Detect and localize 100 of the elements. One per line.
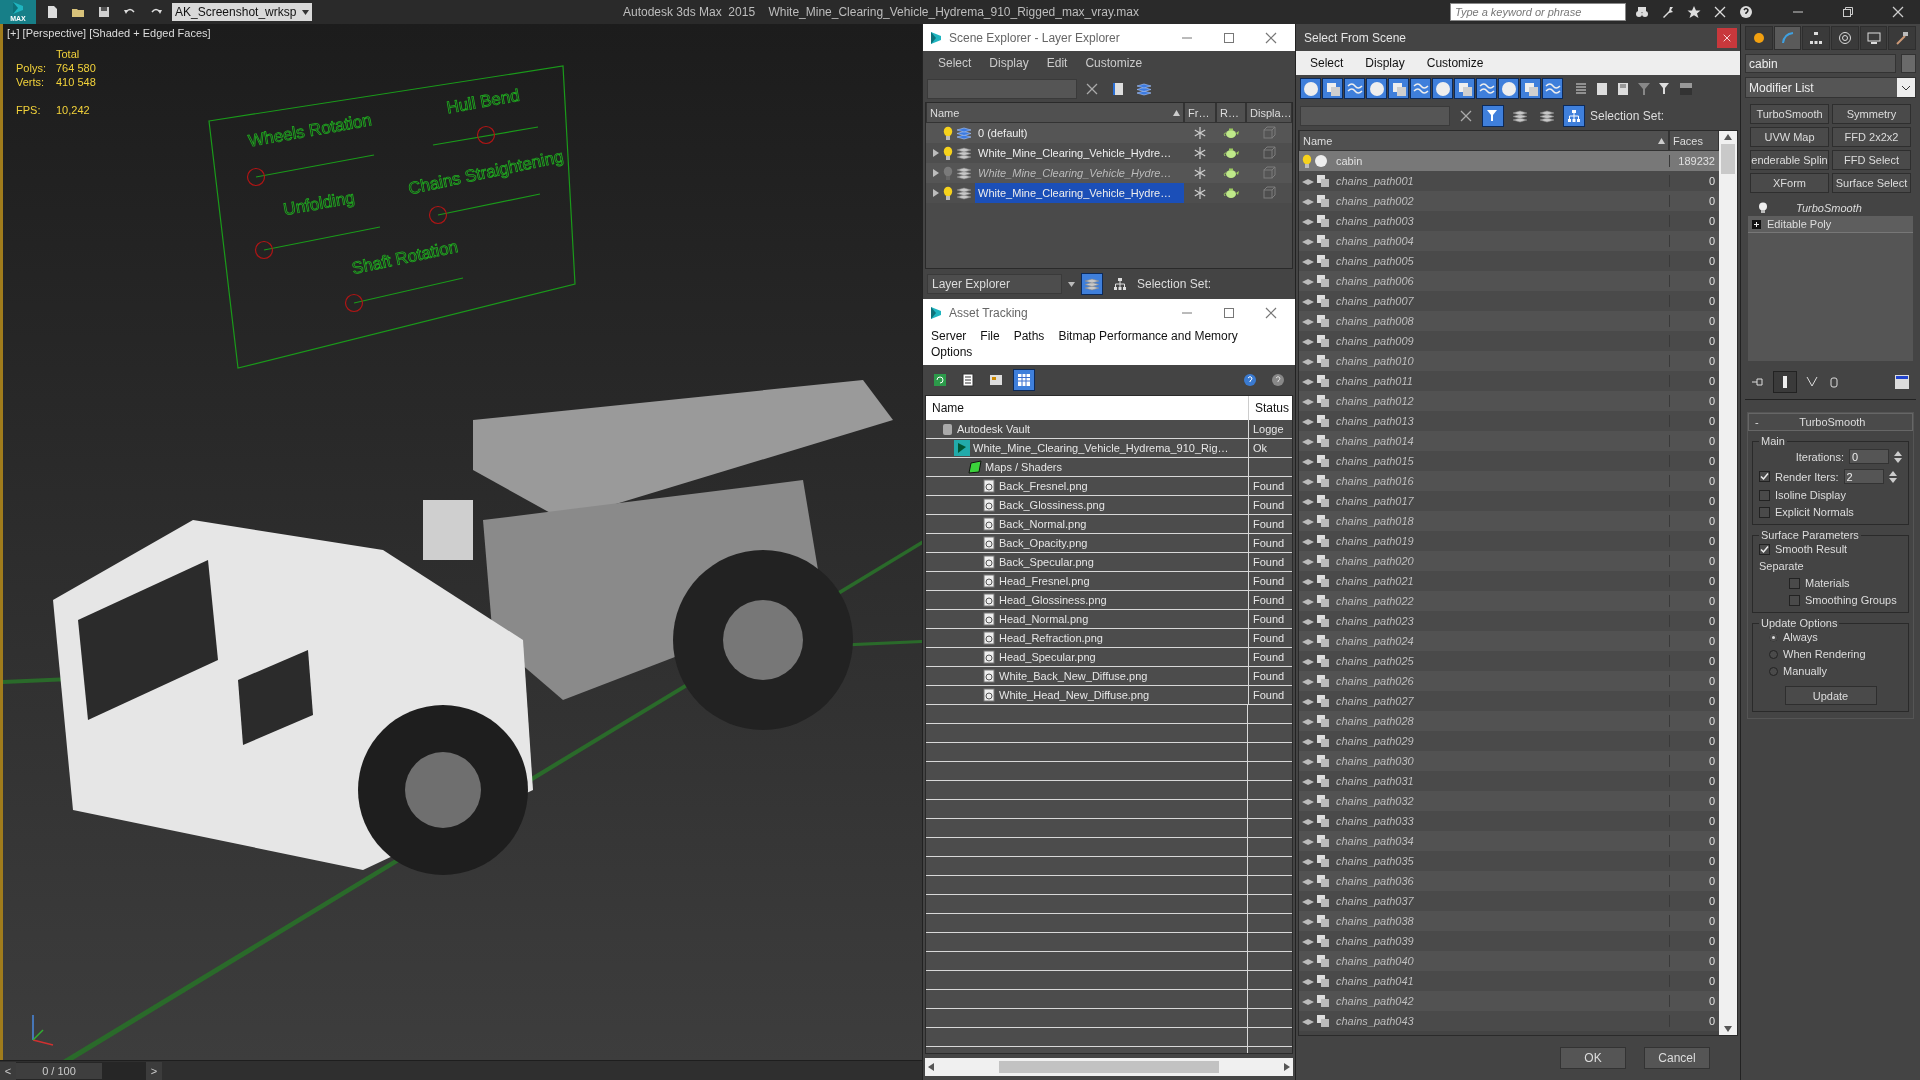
radio-button[interactable] [1769, 666, 1778, 676]
object-row[interactable]: chains_path032 0 [1299, 791, 1719, 811]
asset-name[interactable]: Head_Fresnel.png [999, 575, 1090, 587]
ok-button[interactable]: OK [1560, 1047, 1626, 1069]
update-button[interactable]: Update [1784, 686, 1877, 705]
object-row[interactable]: chains_path018 0 [1299, 511, 1719, 531]
viewport-label[interactable]: [+] [Perspective] [Shaded + Edged Faces] [7, 27, 211, 39]
modifier-list-dropdown[interactable]: Modifier List [1745, 77, 1916, 98]
expand-arrow-icon[interactable] [932, 148, 940, 158]
filter-toggle-button[interactable] [1476, 78, 1497, 99]
menu-item[interactable]: Options [931, 345, 973, 359]
panel-tab[interactable] [1831, 26, 1859, 50]
object-row[interactable]: chains_path007 0 [1299, 291, 1719, 311]
pin-icon[interactable] [1751, 375, 1765, 389]
object-row[interactable]: chains_path014 0 [1299, 431, 1719, 451]
asset-name[interactable]: Maps / Shaders [985, 461, 1063, 473]
filter-toggle-button[interactable] [1322, 78, 1343, 99]
filter-toggle-button[interactable] [1366, 78, 1387, 99]
next-frame-button[interactable]: > [146, 1061, 162, 1080]
view-mode-button[interactable] [1013, 369, 1035, 391]
object-row[interactable]: chains_path016 0 [1299, 471, 1719, 491]
asset-name[interactable]: White_Mine_Clearing_Vehicle_Hydrema_910_Rig… [973, 442, 1229, 454]
configure-icon[interactable] [1894, 374, 1910, 390]
menu-item[interactable]: Customize [1426, 56, 1484, 70]
scroll-down-icon[interactable] [1724, 1026, 1732, 1032]
menu-item[interactable]: Edit [1046, 56, 1068, 70]
object-row[interactable]: chains_path015 0 [1299, 451, 1719, 471]
close-button[interactable] [1717, 27, 1737, 48]
object-row[interactable]: chains_path040 0 [1299, 951, 1719, 971]
object-row[interactable]: chains_path009 0 [1299, 331, 1719, 351]
menu-item[interactable]: Customize [1085, 56, 1143, 70]
menu-item[interactable]: Server [931, 329, 967, 343]
checkbox[interactable] [1789, 577, 1800, 589]
expand-arrow-icon[interactable] [932, 188, 940, 198]
object-row[interactable]: chains_path027 0 [1299, 691, 1719, 711]
asset-name[interactable]: Back_Glossiness.png [999, 499, 1105, 511]
rollout-header[interactable]: - TurboSmooth [1748, 413, 1913, 431]
filter-toggle-button[interactable] [1344, 78, 1365, 99]
scrollbar-thumb[interactable] [999, 1061, 1219, 1073]
object-row[interactable]: chains_path043 0 [1299, 1011, 1719, 1031]
panel-tab[interactable] [1802, 26, 1830, 50]
checkbox[interactable] [1759, 543, 1770, 555]
modifier-button[interactable]: Surface Select [1832, 173, 1911, 193]
modifier-button[interactable]: UVW Map [1750, 127, 1829, 147]
iterations-field[interactable]: 0 [1849, 449, 1889, 464]
scrollbar-thumb[interactable] [1721, 144, 1735, 174]
object-row[interactable]: chains_path004 0 [1299, 231, 1719, 251]
asset-name[interactable]: Autodesk Vault [957, 423, 1031, 435]
radio-button[interactable] [1769, 632, 1778, 642]
asset-name[interactable]: Head_Normal.png [999, 613, 1089, 625]
menu-item[interactable]: Select [1310, 56, 1344, 70]
filter-toggle-button[interactable] [1300, 78, 1321, 99]
hierarchy-button[interactable] [1563, 105, 1585, 127]
menu-item[interactable]: Paths [1013, 329, 1045, 343]
object-row[interactable]: chains_path039 0 [1299, 931, 1719, 951]
search-field[interactable] [1300, 106, 1450, 126]
filter-toggle-button[interactable] [1388, 78, 1409, 99]
search-field[interactable]: Type a keyword or phrase [1450, 3, 1626, 21]
modifier-button[interactable]: TurboSmooth [1750, 104, 1829, 124]
filter-toggle-button[interactable] [1520, 78, 1541, 99]
filter-toggle-button[interactable] [1498, 78, 1519, 99]
slider-control[interactable] [428, 193, 541, 225]
object-row[interactable]: chains_path041 0 [1299, 971, 1719, 991]
object-row[interactable]: chains_path024 0 [1299, 631, 1719, 651]
radio-button[interactable] [1769, 649, 1778, 659]
object-row[interactable]: chains_path029 0 [1299, 731, 1719, 751]
modifier-button[interactable]: XForm [1750, 173, 1829, 193]
object-row[interactable]: chains_path002 0 [1299, 191, 1719, 211]
menu-item[interactable]: File [980, 329, 1000, 343]
object-row[interactable]: chains_path031 0 [1299, 771, 1719, 791]
modifier-button[interactable]: Symmetry [1832, 104, 1911, 124]
asset-name[interactable]: White_Back_New_Diffuse.png [999, 670, 1148, 682]
menu-item[interactable]: Select [938, 56, 972, 70]
previous-frame-button[interactable]: < [0, 1061, 16, 1080]
cancel-button[interactable]: Cancel [1644, 1047, 1710, 1069]
object-color-swatch[interactable] [1901, 54, 1916, 73]
object-row[interactable]: chains_path019 0 [1299, 531, 1719, 551]
object-row[interactable]: chains_path028 0 [1299, 711, 1719, 731]
panel-tab[interactable] [1773, 26, 1802, 50]
object-row[interactable]: chains_path035 0 [1299, 851, 1719, 871]
object-row[interactable]: chains_path008 0 [1299, 311, 1719, 331]
object-row[interactable]: chains_path042 0 [1299, 991, 1719, 1011]
object-row[interactable]: chains_path036 0 [1299, 871, 1719, 891]
scroll-left-icon[interactable] [928, 1063, 934, 1071]
object-row[interactable]: chains_path011 0 [1299, 371, 1719, 391]
checkbox[interactable] [1759, 506, 1770, 518]
explorer-mode-dropdown[interactable]: Layer Explorer [927, 274, 1062, 294]
asset-name[interactable]: Back_Normal.png [999, 518, 1087, 530]
render-iters-field[interactable]: 2 [1843, 469, 1884, 484]
object-row[interactable]: chains_path022 0 [1299, 591, 1719, 611]
asset-name[interactable]: Back_Specular.png [999, 556, 1094, 568]
scroll-right-icon[interactable] [1284, 1063, 1290, 1071]
asset-name[interactable]: Back_Opacity.png [999, 537, 1088, 549]
column-header[interactable]: Name [926, 396, 1248, 420]
asset-name[interactable]: Head_Specular.png [999, 651, 1096, 663]
filter-button[interactable] [1482, 105, 1504, 127]
checkbox[interactable] [1789, 594, 1800, 606]
close-icon[interactable] [1892, 6, 1904, 18]
object-row[interactable]: chains_path005 0 [1299, 251, 1719, 271]
object-row[interactable]: chains_path037 0 [1299, 891, 1719, 911]
